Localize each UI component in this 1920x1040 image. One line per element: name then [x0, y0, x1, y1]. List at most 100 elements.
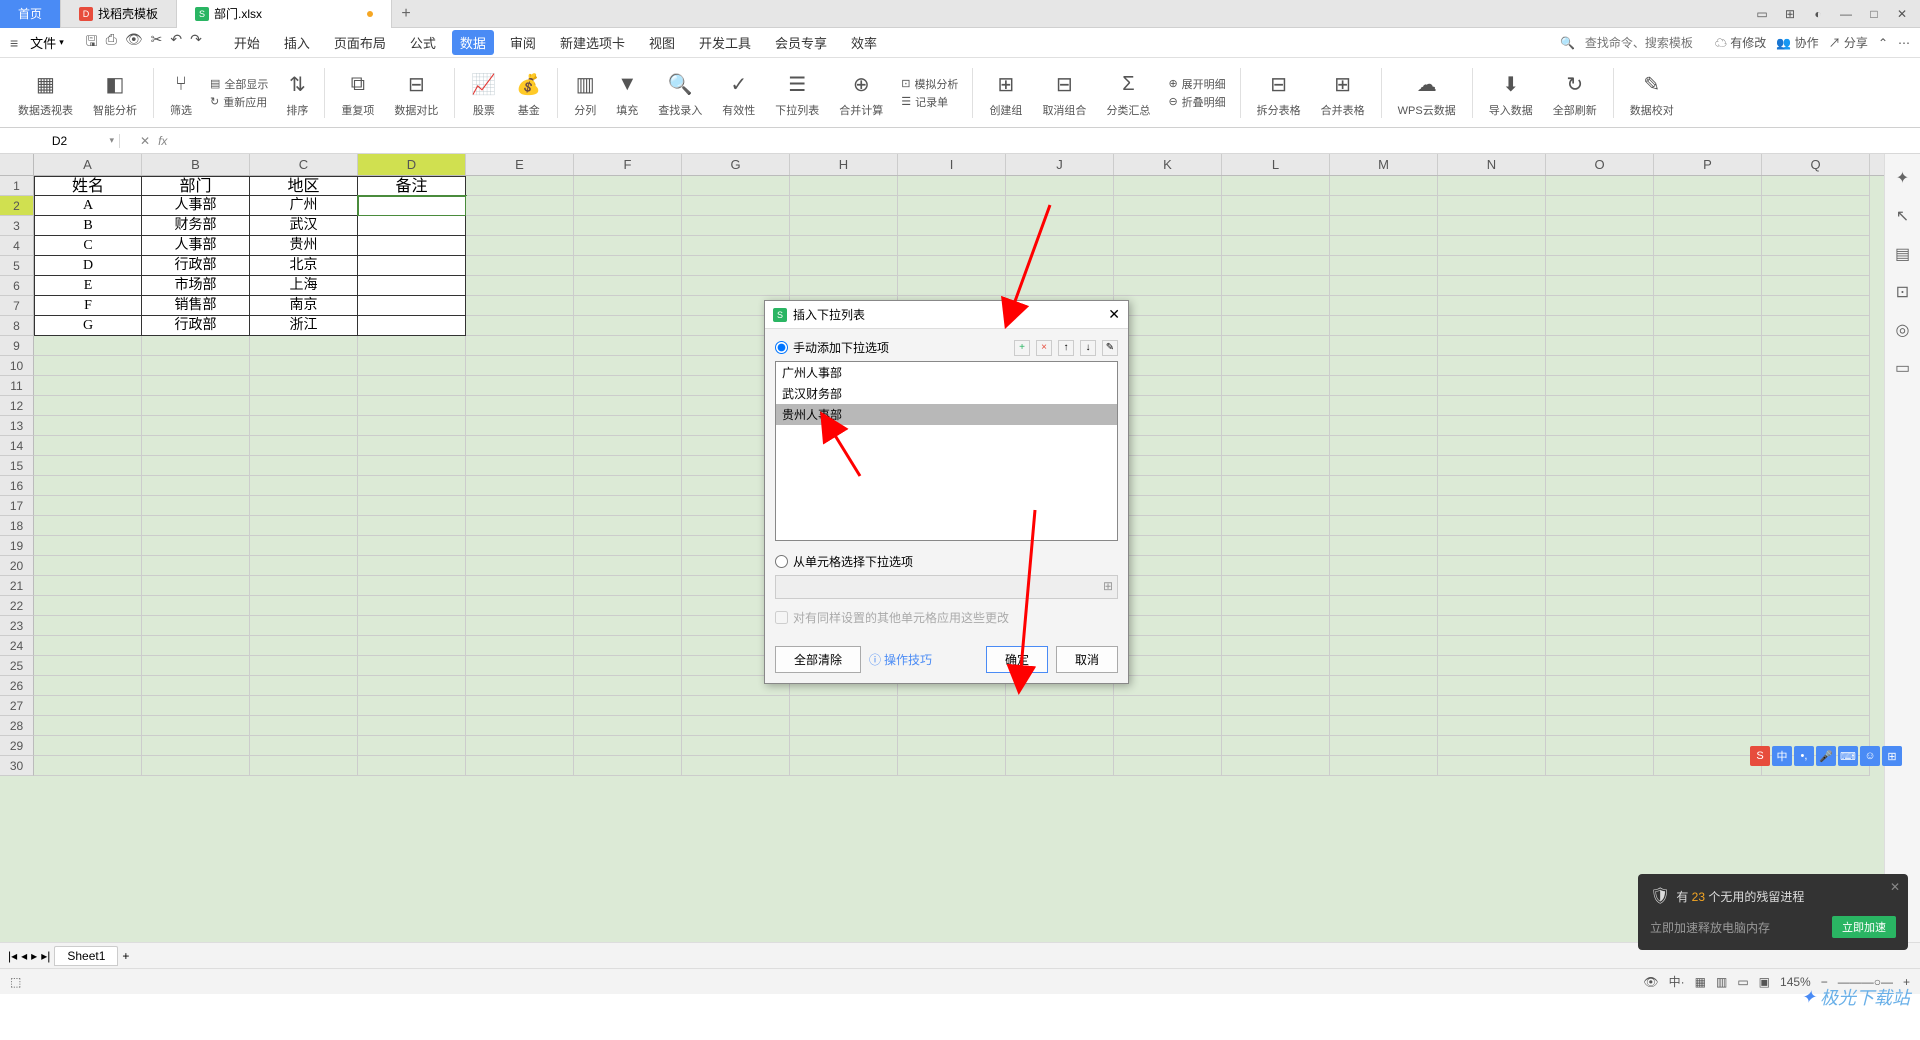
cell[interactable] — [1546, 196, 1654, 216]
cell[interactable] — [34, 616, 142, 636]
row-header[interactable]: 8 — [0, 316, 34, 336]
cell[interactable] — [1114, 736, 1222, 756]
pivot-button[interactable]: ▦数据透视表 — [10, 66, 81, 120]
cell[interactable] — [1654, 756, 1762, 776]
cell[interactable] — [1330, 336, 1438, 356]
cell[interactable] — [574, 636, 682, 656]
cell[interactable] — [34, 556, 142, 576]
validation[interactable]: ✓有效性 — [714, 66, 763, 120]
cell[interactable] — [250, 496, 358, 516]
col-header[interactable]: Q — [1762, 154, 1870, 175]
cell[interactable] — [250, 476, 358, 496]
cell[interactable] — [1762, 456, 1870, 476]
cell[interactable]: 市场部 — [142, 276, 250, 296]
search-input[interactable] — [1585, 36, 1705, 50]
cell[interactable] — [1222, 676, 1330, 696]
cell[interactable] — [1762, 316, 1870, 336]
cell[interactable] — [1654, 336, 1762, 356]
cell[interactable] — [1222, 416, 1330, 436]
cell[interactable] — [358, 396, 466, 416]
cell[interactable] — [898, 276, 1006, 296]
data-compare[interactable]: ⊟数据对比 — [386, 66, 446, 120]
cell[interactable] — [142, 576, 250, 596]
share-button[interactable]: ↗ 分享 — [1829, 34, 1868, 51]
grid-icon[interactable]: ⊞ — [1780, 4, 1800, 24]
cell[interactable] — [574, 556, 682, 576]
cell[interactable] — [466, 356, 574, 376]
cell[interactable] — [790, 756, 898, 776]
cell[interactable]: G — [34, 316, 142, 336]
cell[interactable] — [574, 576, 682, 596]
cell[interactable] — [1330, 216, 1438, 236]
cell[interactable] — [1438, 516, 1546, 536]
print-icon[interactable]: ⎙ — [106, 31, 117, 55]
cell[interactable] — [1546, 296, 1654, 316]
cell[interactable] — [1222, 516, 1330, 536]
cell[interactable] — [574, 376, 682, 396]
preview-icon[interactable]: 👁 — [125, 31, 143, 55]
cell[interactable] — [1546, 276, 1654, 296]
cell[interactable] — [1114, 396, 1222, 416]
cell[interactable] — [466, 376, 574, 396]
cell[interactable] — [466, 576, 574, 596]
row-header[interactable]: 24 — [0, 636, 34, 656]
cell[interactable] — [466, 616, 574, 636]
cell[interactable] — [1546, 616, 1654, 636]
cursor-icon[interactable]: ↖ — [1896, 206, 1909, 226]
cell[interactable] — [1222, 216, 1330, 236]
menu-tab-6[interactable]: 新建选项卡 — [552, 30, 633, 55]
cell[interactable] — [574, 356, 682, 376]
row-header[interactable]: 17 — [0, 496, 34, 516]
cell[interactable] — [574, 216, 682, 236]
save-icon[interactable]: 🖫 — [86, 31, 98, 55]
cell[interactable]: A — [34, 196, 142, 216]
cell[interactable] — [1654, 256, 1762, 276]
cell[interactable] — [1762, 516, 1870, 536]
cell[interactable] — [466, 416, 574, 436]
cell[interactable] — [1114, 676, 1222, 696]
menu-tab-8[interactable]: 开发工具 — [691, 30, 759, 55]
cell[interactable] — [1114, 356, 1222, 376]
cell[interactable] — [1330, 616, 1438, 636]
cell[interactable] — [466, 596, 574, 616]
menu-tab-10[interactable]: 效率 — [843, 30, 885, 55]
row-header[interactable]: 14 — [0, 436, 34, 456]
row-header[interactable]: 27 — [0, 696, 34, 716]
cell[interactable] — [34, 376, 142, 396]
cell[interactable] — [1438, 236, 1546, 256]
show-all[interactable]: ▤ 全部显示 — [210, 76, 268, 92]
cell[interactable] — [142, 456, 250, 476]
cell[interactable] — [358, 456, 466, 476]
consolidate[interactable]: ⊕合并计算 — [831, 66, 891, 120]
cell[interactable] — [1222, 616, 1330, 636]
cell[interactable]: D — [34, 256, 142, 276]
cell[interactable] — [1006, 736, 1114, 756]
cell[interactable] — [34, 336, 142, 356]
cell[interactable] — [466, 176, 574, 196]
cell[interactable] — [790, 716, 898, 736]
close-window-icon[interactable]: ✕ — [1892, 4, 1912, 24]
add-item-icon[interactable]: + — [1014, 340, 1030, 356]
cell[interactable] — [1762, 376, 1870, 396]
cell[interactable] — [1438, 736, 1546, 756]
what-if[interactable]: ⊡ 模拟分析 — [901, 76, 958, 92]
cell[interactable] — [250, 396, 358, 416]
cell[interactable] — [1762, 496, 1870, 516]
cell[interactable] — [1546, 676, 1654, 696]
cell[interactable] — [466, 396, 574, 416]
tab-template[interactable]: D 找稻壳模板 — [61, 0, 177, 28]
cell[interactable] — [142, 416, 250, 436]
ungroup[interactable]: ⊟取消组合 — [1034, 66, 1094, 120]
split-table[interactable]: ⊟拆分表格 — [1249, 66, 1309, 120]
cell[interactable] — [790, 216, 898, 236]
filter-button[interactable]: ⑂筛选 — [162, 66, 200, 120]
cell[interactable] — [1114, 436, 1222, 456]
eye-icon[interactable]: 👁 — [1643, 975, 1658, 989]
cell[interactable] — [142, 376, 250, 396]
cell[interactable] — [1222, 316, 1330, 336]
layout-icon[interactable]: ▭ — [1752, 4, 1772, 24]
cell[interactable] — [250, 356, 358, 376]
cell[interactable] — [1546, 356, 1654, 376]
cell[interactable] — [898, 236, 1006, 256]
cell[interactable] — [1654, 736, 1762, 756]
